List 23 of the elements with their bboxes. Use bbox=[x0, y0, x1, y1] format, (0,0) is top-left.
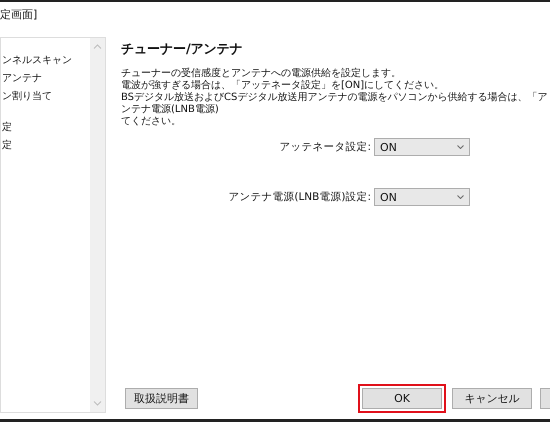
manual-button[interactable]: 取扱説明書 bbox=[125, 388, 198, 408]
scrollbar[interactable] bbox=[90, 38, 105, 412]
sidebar-item[interactable]: 定 bbox=[1, 139, 90, 152]
sidebar-item[interactable]: 定 bbox=[1, 121, 90, 134]
description-text: 電波が強すぎる場合は、「アッテネータ設定」を[ON]にしてください。 bbox=[121, 80, 446, 92]
section-heading: チューナー/アンテナ bbox=[121, 41, 244, 58]
dropdown[interactable]: ON bbox=[374, 138, 470, 156]
scroll-down-icon[interactable] bbox=[93, 401, 102, 406]
dropdown[interactable]: ON bbox=[374, 188, 470, 206]
chevron-down-icon bbox=[457, 145, 464, 149]
ok-button[interactable]: OK bbox=[362, 388, 442, 408]
description-text: チューナーの受信感度とアンテナへの電源供給を設定します。 bbox=[121, 68, 402, 80]
setting-label: アンテナ電源(LNB電源)設定: bbox=[228, 190, 371, 204]
scroll-up-icon[interactable] bbox=[93, 44, 102, 49]
setting-label: アッテネータ設定: bbox=[279, 140, 371, 154]
sidebar-item[interactable]: ン割り当て bbox=[1, 90, 90, 103]
description-text: てください。 bbox=[121, 116, 182, 128]
cancel-button[interactable]: キャンセル bbox=[452, 388, 532, 408]
sidebar-item[interactable]: ンネルスキャン bbox=[1, 54, 90, 67]
sidebar-item[interactable]: アンテナ bbox=[1, 72, 90, 85]
window-title: 定画面] bbox=[0, 7, 38, 23]
description-text: BSデジタル放送およびCSデジタル放送用アンテナの電源をパソコンから供給する場合は、「アンテナ電源(LNB電源) bbox=[121, 92, 548, 116]
chevron-down-icon bbox=[457, 195, 464, 199]
